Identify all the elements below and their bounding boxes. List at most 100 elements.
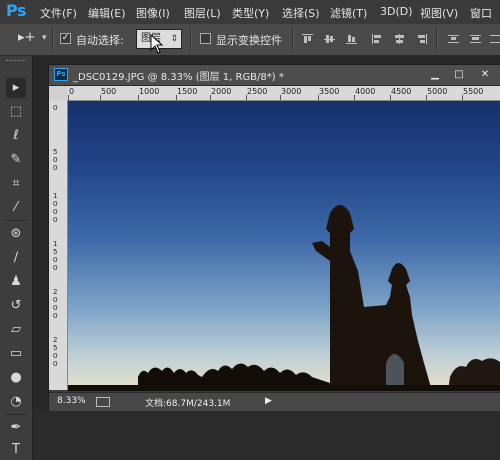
ruler-mark: 2500: [53, 336, 58, 368]
menu-bar: Ps 文件(F) 编辑(E) 图像(I) 图层(L) 类型(Y) 选择(S) 滤…: [0, 0, 500, 25]
menu-edit[interactable]: 编辑(E): [88, 5, 126, 21]
menu-window[interactable]: 窗口: [470, 5, 492, 21]
ruler-origin[interactable]: [49, 86, 68, 101]
menu-filter[interactable]: 滤镜(T): [330, 5, 367, 21]
divider: [5, 414, 27, 415]
move-tool-preset-icon[interactable]: ▸+: [18, 30, 35, 45]
type-tool-icon[interactable]: T: [6, 440, 26, 460]
ruler-mark: 5500: [463, 87, 484, 96]
image-canvas[interactable]: [68, 101, 500, 391]
ruler-mark: 1500: [177, 87, 198, 96]
ruler-mark: 0: [69, 87, 75, 96]
distribute-top-icon[interactable]: [448, 34, 459, 44]
ruler-mark: 5000: [427, 87, 448, 96]
align-right-icon[interactable]: [416, 34, 427, 44]
menu-layer[interactable]: 图层(L): [184, 5, 221, 21]
ruler-tick: [318, 95, 319, 100]
crop-tool-icon[interactable]: ⌗: [6, 174, 26, 194]
eyedropper-tool-icon[interactable]: ⁄: [6, 198, 26, 218]
ruler-mark: 3500: [319, 87, 340, 96]
healing-brush-tool-icon[interactable]: ⊛: [6, 224, 26, 244]
horizontal-ruler[interactable]: 0 500 1000 1500 2000 2500 3000 3500 4000…: [67, 86, 500, 101]
ruler-mark: 3000: [281, 87, 302, 96]
tools-panel: ▸ ⬚ ℓ ✎ ⌗ ⁄ ⊛ ∕ ♟ ↺ ▱ ▭ ● ◔ ✒ T: [0, 56, 33, 460]
move-tool-icon[interactable]: ▸: [6, 78, 26, 98]
zoom-level[interactable]: 8.33%: [57, 396, 86, 406]
align-top-icon[interactable]: [302, 34, 313, 44]
divider: [5, 220, 27, 221]
chevron-down-icon[interactable]: ▾: [42, 33, 47, 43]
document-window[interactable]: Ps _DSC0129.JPG @ 8.33% (图层 1, RGB/8*) *…: [48, 64, 500, 412]
ruler-mark: 1000: [53, 192, 58, 224]
pen-tool-icon[interactable]: ✒: [6, 418, 26, 438]
ruler-tick: [426, 95, 427, 100]
align-vcenter-icon[interactable]: [324, 34, 335, 44]
divider: [52, 28, 54, 51]
ruler-mark: 2000: [211, 87, 232, 96]
mouse-cursor-icon: [150, 34, 164, 54]
menu-select[interactable]: 选择(S): [282, 5, 320, 21]
clone-stamp-tool-icon[interactable]: ♟: [6, 272, 26, 292]
photoshop-logo: Ps: [6, 1, 26, 20]
menu-file[interactable]: 文件(F): [40, 5, 77, 21]
history-brush-tool-icon[interactable]: ↺: [6, 296, 26, 316]
ruler-tick: [68, 95, 69, 100]
archway-silhouette: [312, 205, 432, 391]
status-bar: 8.33% 文档:68.7M/243.1M ▶: [49, 392, 500, 412]
ruler-tick: [390, 95, 391, 100]
close-icon[interactable]: ✕: [477, 68, 493, 82]
ruler-mark: 2500: [247, 87, 268, 96]
menu-3d[interactable]: 3D(D): [380, 5, 413, 18]
panel-grip[interactable]: [6, 60, 26, 64]
distribute-bottom-icon[interactable]: [490, 34, 500, 44]
ruler-mark: 500: [101, 87, 117, 96]
divider: [292, 28, 294, 51]
quick-select-tool-icon[interactable]: ✎: [6, 150, 26, 170]
auto-select-label: 自动选择:: [76, 34, 124, 47]
menu-type[interactable]: 类型(Y): [232, 5, 269, 21]
vertical-ruler[interactable]: 0 500 1000 1500 2000 2500: [49, 100, 68, 390]
ruler-mark: 0: [53, 104, 58, 112]
document-titlebar[interactable]: Ps _DSC0129.JPG @ 8.33% (图层 1, RGB/8*) *…: [49, 65, 500, 86]
photo-silhouette: [68, 205, 500, 391]
divider: [436, 28, 438, 51]
divider: [190, 28, 192, 51]
document-size: 文档:68.7M/243.1M: [145, 399, 231, 409]
ruler-tick: [246, 95, 247, 100]
align-left-icon[interactable]: [372, 34, 383, 44]
lasso-tool-icon[interactable]: ℓ: [6, 126, 26, 146]
brush-tool-icon[interactable]: ∕: [6, 248, 26, 268]
align-bottom-icon[interactable]: [346, 34, 357, 44]
ruler-tick: [354, 95, 355, 100]
workspace-background: [33, 411, 500, 460]
eraser-tool-icon[interactable]: ▱: [6, 320, 26, 340]
maximize-icon[interactable]: □: [451, 68, 467, 82]
gradient-tool-icon[interactable]: ▭: [6, 344, 26, 364]
ruler-mark: 1500: [53, 240, 58, 272]
ruler-tick: [138, 95, 139, 100]
ruler-mark: 4000: [355, 87, 376, 96]
ps-file-icon: Ps: [54, 68, 68, 81]
show-transform-checkbox[interactable]: [200, 33, 211, 44]
dodge-tool-icon[interactable]: ◔: [6, 392, 26, 412]
marquee-tool-icon[interactable]: ⬚: [6, 102, 26, 122]
chevron-right-icon[interactable]: ▶: [265, 396, 272, 406]
ruler-tick: [210, 95, 211, 100]
minimize-icon[interactable]: ▁: [427, 68, 443, 82]
blur-tool-icon[interactable]: ●: [6, 368, 26, 388]
distribute-vcenter-icon[interactable]: [470, 34, 481, 44]
ruler-mark: 4500: [391, 87, 412, 96]
ruler-mark: 2000: [53, 288, 58, 320]
align-hcenter-icon[interactable]: [394, 34, 405, 44]
auto-select-checkbox[interactable]: ✓: [60, 33, 71, 44]
show-transform-label: 显示变换控件: [216, 34, 282, 47]
menu-image[interactable]: 图像(I): [136, 5, 170, 21]
options-bar: ▸+ ▾ ✓ 自动选择: 图层 ⇕ 显示变换控件: [0, 24, 500, 56]
ruler-mark: 1000: [139, 87, 160, 96]
status-info-icon[interactable]: [96, 397, 110, 407]
menu-view[interactable]: 视图(V): [420, 5, 458, 21]
ruler-tick: [100, 95, 101, 100]
ruler-mark: 500: [53, 148, 58, 172]
ruler-tick: [280, 95, 281, 100]
document-title: _DSC0129.JPG @ 8.33% (图层 1, RGB/8*) *: [73, 72, 284, 83]
